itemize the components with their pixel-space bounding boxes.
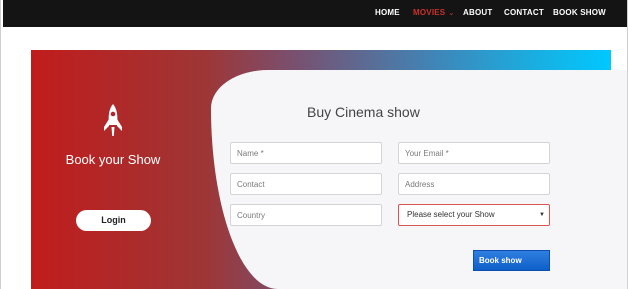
nav-home[interactable]: HOME	[375, 8, 400, 17]
top-navigation: HOME MOVIES ⌄ ABOUT CONTACT BOOK SHOW	[3, 0, 627, 27]
hero-title: Book your Show	[65, 152, 161, 167]
form-title: Buy Cinema show	[307, 104, 420, 120]
chevron-down-icon: ⌄	[448, 10, 455, 17]
email-field[interactable]	[398, 142, 550, 164]
address-field[interactable]	[398, 173, 550, 195]
nav-contact[interactable]: CONTACT	[504, 8, 544, 17]
show-select[interactable]: Please select your Show ▼	[398, 204, 550, 226]
name-field[interactable]	[230, 142, 382, 164]
book-show-button[interactable]: Book show	[473, 250, 550, 271]
nav-movies-label: MOVIES	[413, 8, 446, 17]
rocket-icon	[104, 104, 122, 136]
country-field[interactable]	[230, 204, 382, 226]
nav-book-show[interactable]: BOOK SHOW	[553, 8, 606, 17]
page: HOME MOVIES ⌄ ABOUT CONTACT BOOK SHOW Boo…	[0, 0, 628, 289]
nav-about[interactable]: ABOUT	[463, 8, 492, 17]
show-select-value: Please select your Show	[407, 210, 495, 219]
dropdown-arrow-icon: ▼	[539, 212, 545, 218]
contact-field[interactable]	[230, 173, 382, 195]
nav-movies[interactable]: MOVIES ⌄	[413, 8, 454, 17]
login-button[interactable]: Login	[76, 210, 151, 231]
